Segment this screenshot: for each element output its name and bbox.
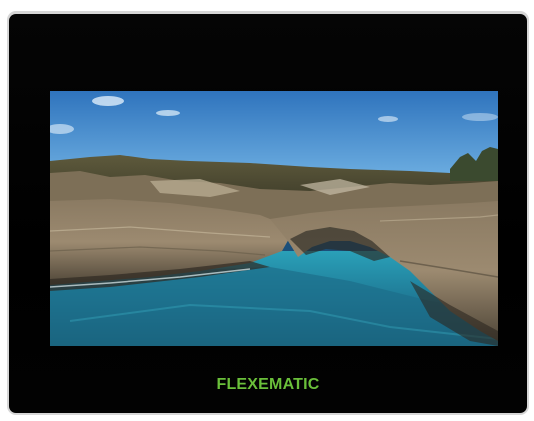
photo-display [50,91,498,346]
digital-photo-frame: FLEXEMATIC [7,11,529,415]
coastal-rock-arch-photo-icon [50,91,498,346]
frame-bezel: FLEXEMATIC [9,14,527,413]
brand-logo: FLEXEMATIC [216,376,320,393]
